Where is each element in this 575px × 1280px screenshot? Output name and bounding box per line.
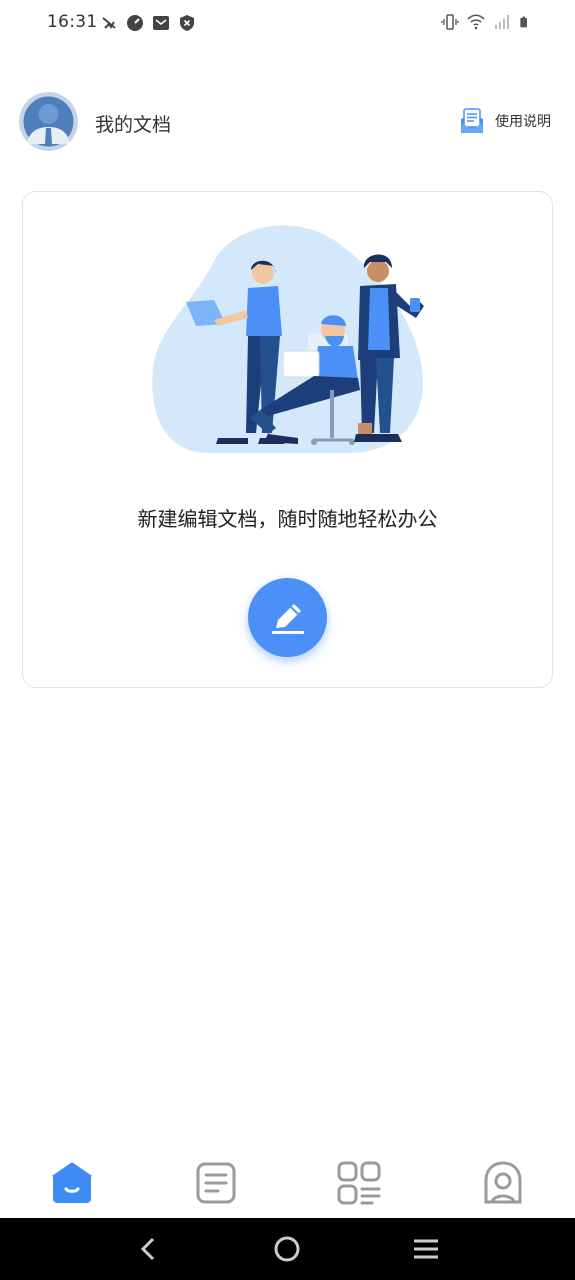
document-icon: [196, 1162, 236, 1204]
vibrate-icon: [441, 14, 459, 30]
card-tagline: 新建编辑文档，随时随地轻松办公: [137, 507, 438, 531]
system-navigation-bar: [0, 1218, 575, 1280]
circle-home-icon: [274, 1236, 300, 1262]
shield-icon: [180, 15, 194, 31]
status-right-icons: [441, 13, 531, 31]
tab-home[interactable]: [32, 1153, 112, 1213]
mail-icon: [153, 16, 169, 30]
signal-icon: [495, 15, 509, 29]
tab-apps[interactable]: [319, 1153, 399, 1213]
home-icon: [52, 1162, 92, 1203]
tab-documents[interactable]: [176, 1153, 256, 1213]
header: 我的文档 使用说明: [0, 90, 575, 154]
create-document-button[interactable]: [248, 578, 327, 657]
office-team-illustration: [152, 225, 424, 453]
recents-button[interactable]: [406, 1229, 446, 1269]
page-title: 我的文档: [95, 114, 172, 136]
mute-icon: [102, 17, 116, 29]
apps-icon: [337, 1161, 381, 1205]
profile-icon: [484, 1161, 522, 1204]
menu-icon: [413, 1239, 438, 1259]
back-icon: [141, 1237, 155, 1261]
home-nav-button[interactable]: [267, 1229, 307, 1269]
user-avatar-icon: [19, 92, 78, 151]
status-bar: 16:31: [0, 0, 575, 48]
help-label: 使用说明: [495, 114, 551, 130]
tab-profile[interactable]: [463, 1153, 543, 1213]
wifi-icon: [467, 14, 485, 30]
back-button[interactable]: [129, 1229, 169, 1269]
bottom-tab-bar: [0, 1148, 575, 1218]
status-time: 16:31: [47, 12, 98, 32]
pencil-icon: [271, 603, 304, 634]
avatar[interactable]: [19, 92, 78, 151]
manual-icon: [461, 108, 483, 133]
speedometer-icon: [127, 15, 143, 31]
battery-icon: [520, 16, 527, 28]
create-document-card: 新建编辑文档，随时随地轻松办公: [22, 191, 553, 688]
status-left-icons: [100, 14, 196, 32]
help-button[interactable]: 使用说明: [459, 106, 551, 136]
